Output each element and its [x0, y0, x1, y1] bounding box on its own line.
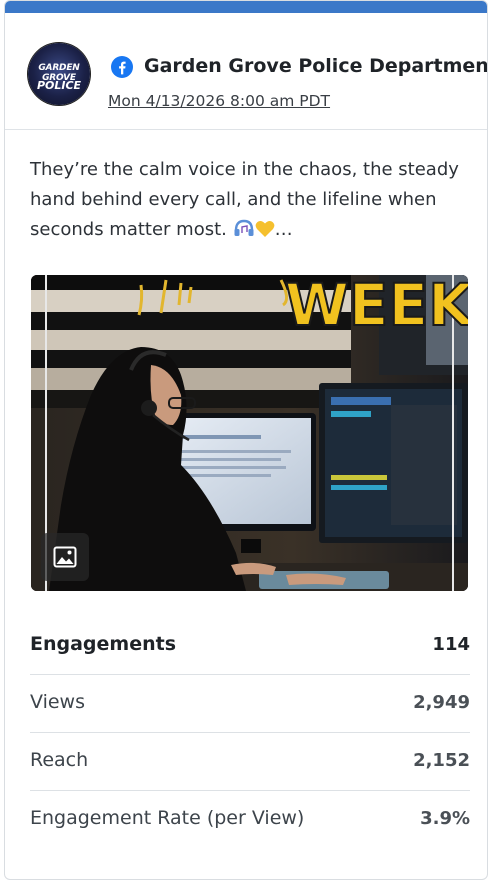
dispatcher-photo: WEEK — [31, 275, 468, 591]
headphones-emoji-icon — [233, 218, 255, 248]
stats-row-views: Views 2,949 — [30, 675, 470, 733]
stats-value: 2,152 — [413, 750, 470, 771]
image-icon[interactable] — [41, 533, 89, 581]
accent-top-bar — [5, 1, 487, 13]
stats-row-engagements: Engagements 114 — [30, 617, 470, 675]
stats-row-reach: Reach 2,152 — [30, 733, 470, 791]
post-image[interactable]: WEEK — [31, 275, 468, 591]
post-text-ellipsis: … — [274, 219, 293, 240]
stats-label: Engagement Rate (per View) — [30, 807, 305, 829]
post-card: GARDEN GROVE POLICE Garden Grove Police … — [4, 0, 488, 880]
stats-label: Views — [30, 691, 85, 713]
post-header: GARDEN GROVE POLICE Garden Grove Police … — [5, 13, 487, 130]
page-name[interactable]: Garden Grove Police Department — [144, 55, 487, 77]
avatar-text-line2: POLICE — [36, 79, 82, 92]
facebook-icon — [111, 56, 133, 78]
stats-label: Engagements — [30, 633, 177, 655]
yellow-heart-icon — [255, 218, 275, 248]
stats-value: 114 — [432, 634, 470, 655]
stats-value: 2,949 — [413, 692, 470, 713]
stats-table: Engagements 114 Views 2,949 Reach 2,152 … — [30, 617, 470, 848]
post-text: They’re the calm voice in the chaos, the… — [30, 155, 470, 248]
post-timestamp-link[interactable]: Mon 4/13/2026 8:00 am PDT — [108, 92, 330, 110]
image-banner-text: WEEK — [285, 275, 468, 339]
stats-row-engagement-rate: Engagement Rate (per View) 3.9% — [30, 791, 470, 848]
stats-label: Reach — [30, 749, 89, 771]
avatar[interactable]: GARDEN GROVE POLICE — [28, 43, 90, 105]
stats-value: 3.9% — [420, 808, 470, 829]
